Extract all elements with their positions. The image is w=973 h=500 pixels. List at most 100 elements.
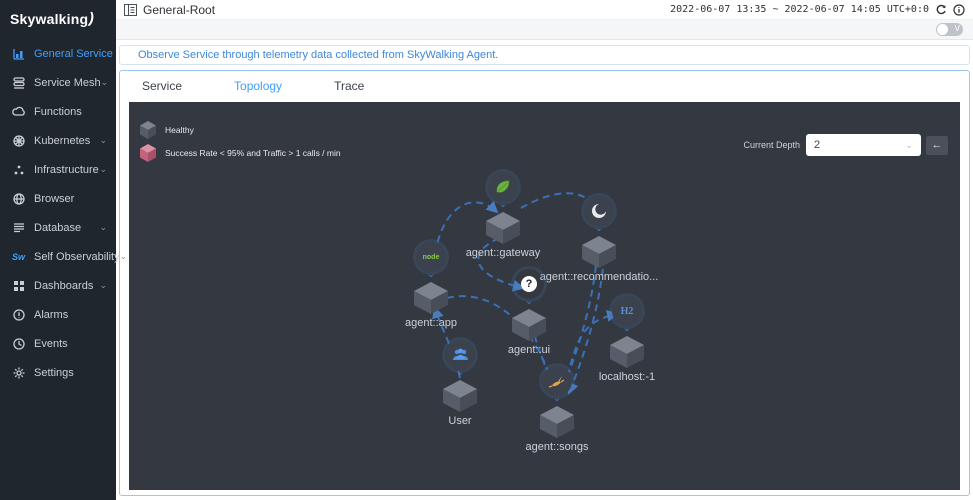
refresh-icon[interactable]: [934, 3, 947, 16]
cloud-icon: [11, 104, 26, 119]
dots-icon: [11, 162, 26, 177]
sidebar-item-browser[interactable]: Browser: [0, 184, 116, 213]
sidebar-item-label: General Service: [34, 47, 113, 60]
legend-label: Healthy: [165, 124, 194, 135]
clock-icon: [11, 336, 26, 351]
flow-arrow-icon: ⌄: [499, 199, 507, 209]
sidebar-item-self-observability[interactable]: Sw Self Observability ⌄: [0, 242, 127, 271]
page-title: General-Root: [143, 2, 216, 17]
topology-canvas[interactable]: Healthy Success Rate < 95% and Traffic >…: [129, 102, 960, 490]
sidebar-item-label: Service Mesh: [34, 76, 101, 89]
skywalking-logo[interactable]: Skywalking ): [0, 0, 116, 39]
flow-arrow-icon: ⌄: [553, 393, 561, 403]
sidebar-item-label: Self Observability: [34, 250, 120, 263]
sidebar-item-label: Browser: [34, 192, 75, 205]
service-cube: [582, 236, 616, 268]
sidebar-item-functions[interactable]: Functions: [0, 97, 116, 126]
sidebar-item-label: Infrastructure: [34, 163, 99, 176]
tab-topology[interactable]: Topology: [234, 79, 282, 93]
sidebar-item-label: Functions: [34, 105, 82, 118]
flow-arrow-icon: ⌄: [623, 323, 631, 333]
spring-leaf-icon: [488, 172, 518, 202]
sidebar-item-label: Settings: [34, 366, 74, 379]
flow-arrow-icon: ⌄: [595, 223, 603, 233]
flow-arrow-icon: ⌄: [456, 367, 464, 377]
sidebar-item-label: Alarms: [34, 308, 69, 321]
sidebar-item-kubernetes[interactable]: Kubernetes ⌄: [0, 126, 116, 155]
sidebar-item-label: Events: [34, 337, 68, 350]
service-widget-panel: Service Topology Trace Healthy Success R…: [119, 70, 970, 496]
sidebar-item-label: Kubernetes: [34, 134, 91, 147]
flow-arrow-icon: ⌄: [427, 269, 435, 279]
depth-controls: Current Depth 2 ⌄ ←: [743, 134, 948, 156]
legend-healthy: Healthy: [139, 118, 341, 141]
flow-arrow-icon: ⌄: [525, 296, 533, 306]
service-cube: [414, 282, 448, 314]
moon-icon: [584, 196, 614, 226]
service-cube: [486, 212, 520, 244]
chevron-down-icon: ⌄: [100, 77, 109, 87]
topology-node-songs[interactable]: ⌄ agent::songs: [497, 366, 617, 453]
time-range-picker[interactable]: 2022-06-07 13:35 ~ 2022-06-07 14:05 UTC+…: [670, 4, 929, 15]
toggle-knob: [937, 24, 948, 35]
logo-text: Skywalking: [10, 10, 89, 27]
main-content: General-Root 2022-06-07 13:35 ~ 2022-06-…: [116, 0, 973, 496]
alert-cube-icon: [140, 143, 156, 162]
sidebar-item-general-service[interactable]: General Service: [0, 39, 116, 68]
service-cube: [443, 380, 477, 412]
chevron-down-icon: ⌄: [99, 222, 107, 232]
chevron-down-icon: ⌄: [119, 251, 128, 261]
legend-label: Success Rate < 95% and Traffic > 1 calls…: [165, 147, 341, 158]
h2-database-icon: H2: [612, 296, 642, 326]
sidebar-item-dashboards[interactable]: Dashboards ⌄: [0, 271, 116, 300]
tab-service[interactable]: Service: [142, 79, 182, 93]
tab-trace[interactable]: Trace: [334, 79, 364, 93]
question-icon: ?: [514, 269, 544, 299]
secondary-toolbar: V: [116, 20, 973, 40]
alarm-icon: [11, 307, 26, 322]
legend-unhealthy: Success Rate < 95% and Traffic > 1 calls…: [139, 141, 341, 164]
topbar: General-Root 2022-06-07 13:35 ~ 2022-06-…: [116, 0, 973, 20]
sidebar-item-alarms[interactable]: Alarms: [0, 300, 116, 329]
gear-icon: [11, 365, 26, 380]
sidebar: Skywalking ) General Service Service Mes…: [0, 0, 127, 500]
collapse-sidebar-icon[interactable]: [124, 3, 137, 16]
sidebar-menu: General Service Service Mesh ⌄ Functions…: [0, 39, 127, 387]
topology-legend: Healthy Success Rate < 95% and Traffic >…: [139, 118, 341, 164]
depth-value: 2: [814, 139, 821, 151]
notice-banner: Observe Service through telemetry data c…: [119, 45, 970, 65]
chevron-down-icon: ⌄: [99, 164, 107, 174]
sidebar-item-events[interactable]: Events: [0, 329, 116, 358]
globe-icon: [11, 191, 26, 206]
sidebar-item-service-mesh[interactable]: Service Mesh ⌄: [0, 68, 116, 97]
chart-icon: [11, 46, 26, 61]
chevron-down-icon: ⌄: [99, 280, 107, 290]
tab-bar: Service Topology Trace: [120, 71, 969, 100]
database-icon: [11, 220, 26, 235]
chevron-down-icon: ⌄: [99, 135, 107, 145]
service-cube: [512, 309, 546, 341]
sidebar-item-settings[interactable]: Settings: [0, 358, 116, 387]
current-depth-label: Current Depth: [743, 140, 800, 150]
service-cube: [540, 406, 574, 438]
mesh-icon: [11, 75, 26, 90]
sw-icon: Sw: [11, 251, 25, 262]
view-toggle[interactable]: V: [936, 23, 963, 36]
kubernetes-icon: [11, 133, 26, 148]
node-label: agent::songs: [525, 441, 589, 453]
toggle-label: V: [954, 24, 960, 33]
sidebar-item-database[interactable]: Database ⌄: [0, 213, 116, 242]
sidebar-item-infrastructure[interactable]: Infrastructure ⌄: [0, 155, 116, 184]
back-button[interactable]: ←: [926, 135, 948, 155]
node-label: agent::app: [405, 317, 457, 329]
sidebar-item-label: Database: [34, 221, 82, 234]
grid-icon: [11, 278, 26, 293]
node-label: User: [448, 415, 472, 427]
info-icon[interactable]: [952, 3, 965, 16]
logo-swoosh-icon: ): [87, 9, 96, 28]
depth-select[interactable]: 2 ⌄: [806, 134, 921, 156]
nodejs-icon: node: [416, 242, 446, 272]
user-group-icon: [445, 340, 475, 370]
service-cube: [610, 336, 644, 368]
chevron-down-icon: ⌄: [905, 139, 913, 150]
